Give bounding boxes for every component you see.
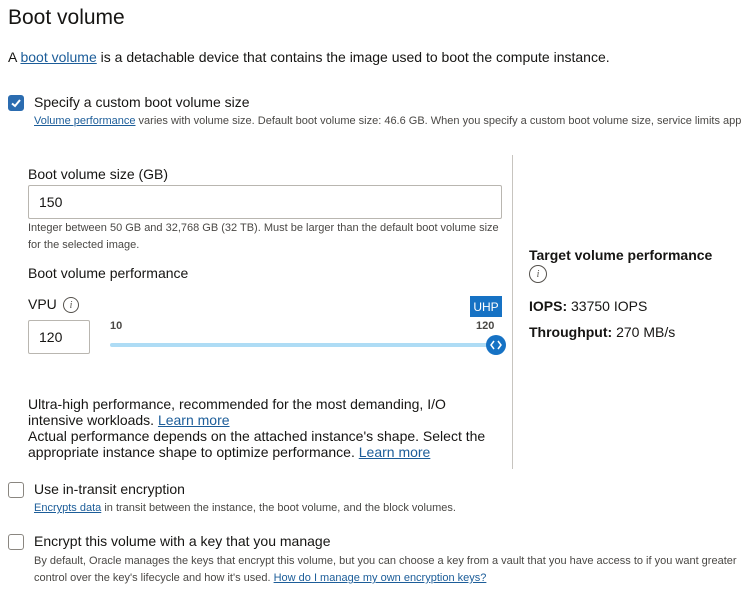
vpu-info-icon[interactable]: i [63,297,79,313]
learn-more-link-2[interactable]: Learn more [359,444,431,460]
description-line-2: intensive workloads. Learn more [28,412,508,428]
chevrons-left-right-icon [490,340,502,350]
vpu-input[interactable]: 120 [28,320,90,354]
boot-volume-size-help-1: Integer between 50 GB and 32,768 GB (32 … [28,222,499,234]
section-intro: A boot volume is a detachable device tha… [8,49,610,65]
panel-divider [512,155,513,469]
in-transit-help-text: in transit between the instance, the boo… [101,502,456,514]
iops-row: IOPS: 33750 IOPS [529,298,647,314]
customer-key-help-1: By default, Oracle manages the keys that… [34,555,737,567]
boot-volume-size-help-2: for the selected image. [28,239,140,251]
intro-suffix: is a detachable device that contains the… [96,49,610,65]
slider-max-label: 120 [476,320,495,332]
target-performance-info-icon[interactable]: i [529,265,547,283]
performance-description: Ultra-high performance, recommended for … [28,396,508,460]
custom-size-label[interactable]: Specify a custom boot volume size [34,94,250,110]
vpu-slider-track[interactable] [110,343,496,347]
boot-volume-size-input[interactable]: 150 [28,185,502,219]
customer-key-checkbox[interactable] [8,534,24,550]
custom-size-help-text: varies with volume size. Default boot vo… [135,115,742,127]
encrypts-data-link[interactable]: Encrypts data [34,502,101,514]
boot-volume-performance-label: Boot volume performance [28,265,189,281]
in-transit-encryption-checkbox[interactable] [8,482,24,498]
vpu-label: VPU [28,296,57,312]
vpu-slider-handle[interactable] [486,335,506,355]
throughput-label: Throughput: [529,324,613,340]
throughput-row: Throughput: 270 MB/s [529,324,675,340]
intro-prefix: A [8,49,21,65]
boot-volume-size-label: Boot volume size (GB) [28,166,169,182]
iops-label: IOPS: [529,298,568,314]
customer-key-help-2: control over the key's lifecycle and how… [34,569,486,587]
in-transit-encryption-label[interactable]: Use in-transit encryption [34,481,185,497]
manage-keys-link[interactable]: How do I manage my own encryption keys? [274,572,487,584]
custom-size-help: Volume performance varies with volume si… [34,112,742,130]
section-title: Boot volume [8,6,125,29]
slider-min-label: 10 [110,320,123,332]
description-line-4-text: appropriate instance shape to optimize p… [28,444,359,460]
description-line-2-text: intensive workloads. [28,412,158,428]
in-transit-encryption-help: Encrypts data in transit between the ins… [34,499,456,517]
custom-size-checkbox[interactable] [8,95,24,111]
customer-key-label[interactable]: Encrypt this volume with a key that you … [34,533,330,549]
throughput-value: 270 MB/s [612,324,676,340]
uhp-badge: UHP [470,296,502,317]
learn-more-link-1[interactable]: Learn more [158,412,230,428]
iops-value: 33750 IOPS [567,298,648,314]
customer-key-help-2-text: control over the key's lifecycle and how… [34,572,274,584]
boot-volume-link[interactable]: boot volume [20,49,96,65]
volume-performance-link[interactable]: Volume performance [34,115,136,127]
target-performance-heading: Target volume performance [529,247,713,263]
description-line-4: appropriate instance shape to optimize p… [28,444,508,460]
description-line-1: Ultra-high performance, recommended for … [28,396,446,412]
description-line-3: Actual performance depends on the attach… [28,428,486,444]
check-icon [11,99,21,108]
